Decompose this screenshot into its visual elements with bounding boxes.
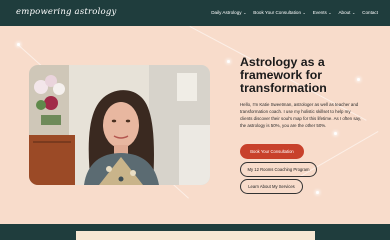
chevron-down-icon: ⌄ bbox=[328, 11, 332, 15]
site-logo[interactable]: empowering astrology bbox=[16, 7, 116, 17]
next-section-card bbox=[76, 231, 315, 240]
chevron-down-icon: ⌄ bbox=[351, 11, 356, 15]
nav-label: Book Your Consultation bbox=[253, 10, 302, 15]
nav-item-book-consultation[interactable]: Book Your Consultation ⌄ bbox=[253, 10, 305, 15]
hero-title: Astrology as a framework for transformat… bbox=[240, 55, 327, 95]
site-header: empowering astrology Daily Astrology ⌄ B… bbox=[0, 0, 390, 26]
hero-section: Astrology as a framework for transformat… bbox=[0, 26, 390, 224]
main-nav: Daily Astrology ⌄ Book Your Consultation… bbox=[211, 10, 378, 15]
chevron-down-icon: ⌄ bbox=[243, 11, 247, 15]
nav-item-events[interactable]: Events ⌄ bbox=[313, 10, 332, 15]
nav-label: Daily Astrology bbox=[211, 10, 242, 15]
nav-item-about[interactable]: About ⌄ bbox=[338, 10, 355, 15]
book-consultation-button[interactable]: Book Your Consultation bbox=[240, 144, 304, 159]
star-icon bbox=[227, 60, 230, 63]
nav-item-contact[interactable]: Contact bbox=[362, 10, 378, 15]
hero-bio: Hello, I'm Katie Sweetman, astrologer as… bbox=[240, 102, 362, 128]
coaching-program-button[interactable]: My 12 Rooms Coaching Program bbox=[240, 162, 317, 177]
portrait-illustration bbox=[29, 65, 210, 185]
chevron-down-icon: ⌄ bbox=[302, 11, 306, 15]
portrait-photo bbox=[29, 65, 210, 185]
star-icon bbox=[316, 191, 319, 194]
star-icon bbox=[17, 43, 20, 46]
nav-label: Contact bbox=[362, 10, 378, 15]
nav-label: Events bbox=[312, 10, 327, 15]
star-icon bbox=[357, 78, 360, 81]
nav-item-daily-astrology[interactable]: Daily Astrology ⌄ bbox=[211, 10, 246, 15]
learn-services-button[interactable]: Learn About My Services bbox=[240, 179, 303, 194]
nav-label: About bbox=[338, 10, 351, 15]
star-icon bbox=[334, 132, 337, 135]
